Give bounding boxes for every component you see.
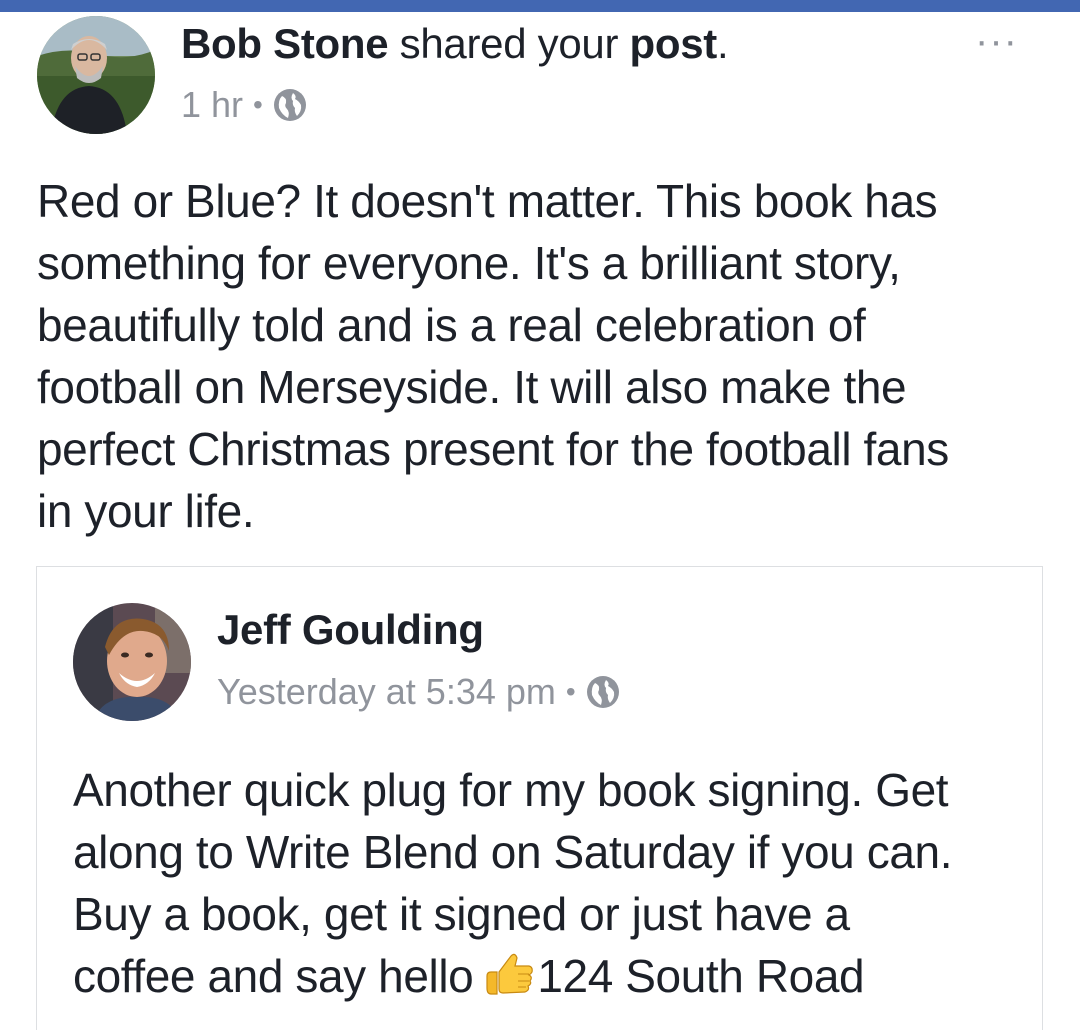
shared-text-line: along to Write Blend on Saturday if you … [73, 826, 953, 878]
shared-text-segment: coffee and say hello [73, 950, 474, 1002]
post-link[interactable]: post [630, 20, 718, 67]
more-options-icon[interactable]: ··· [975, 21, 1018, 61]
post-timestamp[interactable]: 1 hr [181, 85, 243, 125]
shared-text-line: Another quick plug for my book signing. … [73, 764, 949, 816]
author-name[interactable]: Bob Stone [181, 20, 389, 67]
shared-text-segment: 124 South Road [537, 950, 865, 1002]
post-text-line: football on Merseyside. It will also mak… [37, 361, 907, 413]
author-avatar[interactable] [37, 16, 155, 134]
post-text-line: beautifully told and is a real celebrati… [37, 299, 866, 351]
shared-text-line-last: coffee and say hello 124 South Road [73, 945, 1033, 1007]
post-text-line: Red or Blue? It doesn't matter. This boo… [37, 175, 938, 227]
shared-text-line: Buy a book, get it signed or just have a [73, 888, 850, 940]
post-text-line: perfect Christmas present for the footba… [37, 423, 949, 475]
meta-separator: • [565, 676, 576, 707]
post-text-line: something for everyone. It's a brilliant… [37, 237, 901, 289]
post-body: Red or Blue? It doesn't matter. This boo… [37, 170, 1047, 542]
shared-post-body: Another quick plug for my book signing. … [73, 759, 1033, 1007]
post-text-line: in your life. [37, 485, 255, 537]
notification-header: Bob Stone shared your post. [181, 18, 729, 70]
action-text: shared your [399, 20, 619, 67]
shared-post-meta: Yesterday at 5:34 pm • [217, 672, 620, 712]
action-end: . [717, 20, 729, 67]
shared-post-timestamp[interactable]: Yesterday at 5:34 pm [217, 672, 556, 712]
shared-author-avatar[interactable] [73, 603, 191, 721]
meta-separator: • [253, 89, 263, 120]
avatar-image [73, 603, 191, 721]
globe-icon [273, 88, 307, 122]
globe-icon [586, 675, 620, 709]
shared-author-name[interactable]: Jeff Goulding [217, 604, 484, 656]
post-meta: 1 hr • [181, 85, 307, 125]
avatar-image [37, 16, 155, 134]
thumbs-up-emoji-icon [485, 949, 535, 995]
top-accent-bar [0, 0, 1080, 12]
